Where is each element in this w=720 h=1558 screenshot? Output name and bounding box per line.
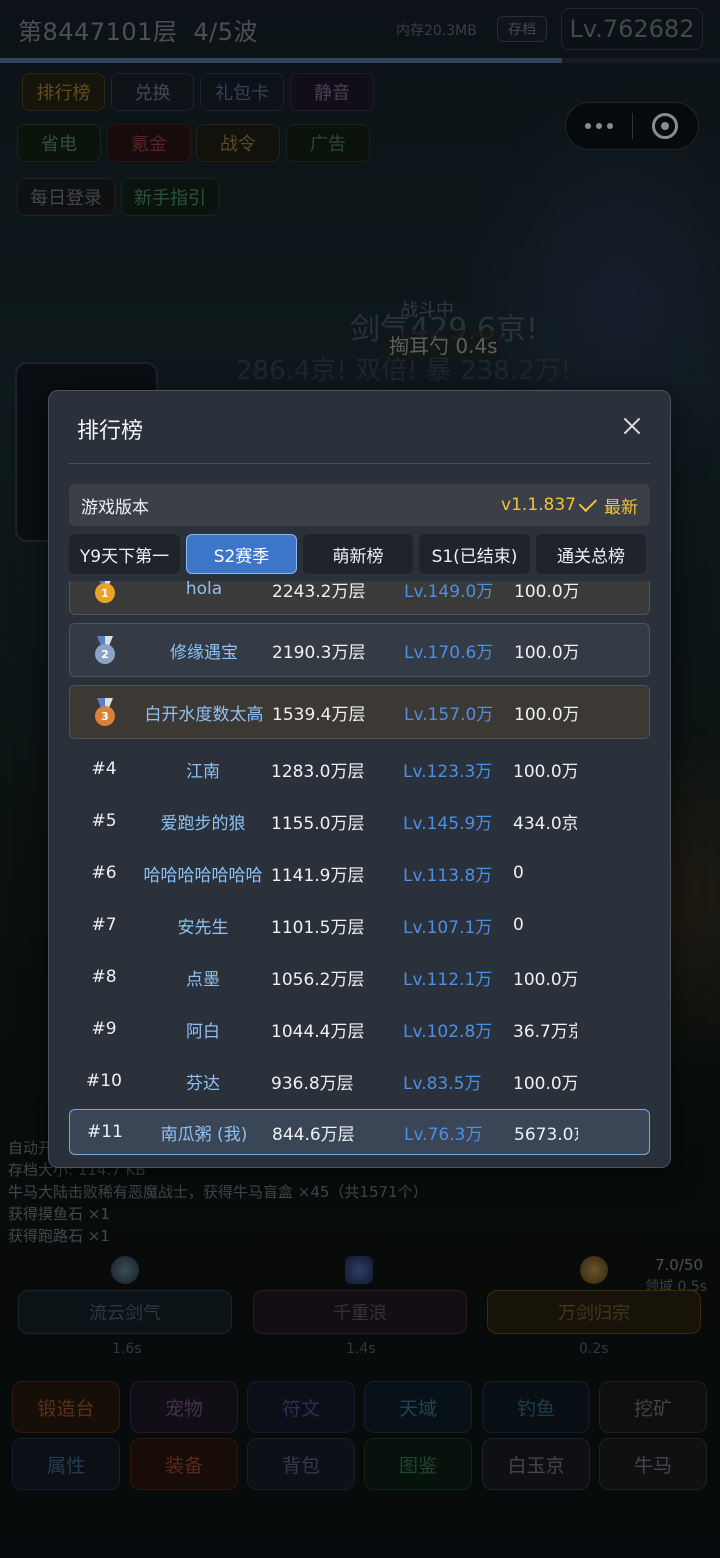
player-value: 100.0万 (513, 969, 577, 990)
version-status: 最新 (604, 497, 638, 518)
rank-cell: #4 (91, 759, 117, 779)
tab-y9[interactable]: Y9天下第一 (69, 534, 180, 574)
my-rank-row[interactable]: #11 南瓜粥 (我) 844.6万层 Lv.76.3万 5673.0京 (69, 1109, 650, 1155)
close-button[interactable] (617, 411, 647, 441)
player-name: 江南 (186, 761, 220, 782)
table-row[interactable]: 2 修缘遇宝 2190.3万层 Lv.170.6万 100.0万 (69, 623, 650, 677)
check-icon (578, 493, 598, 513)
player-name: hola (185, 581, 223, 599)
player-name: 点墨 (186, 969, 220, 990)
version-bar: 游戏版本 v1.1.837 最新 (69, 484, 650, 526)
close-icon (624, 418, 640, 434)
player-value: 36.7万京 (513, 1021, 577, 1042)
player-level: Lv.170.6万 (404, 642, 494, 663)
player-floor: 1283.0万层 (271, 761, 365, 782)
player-value: 100.0万 (513, 761, 577, 782)
table-row[interactable]: #6 哈哈哈哈哈哈哈 1141.9万层 Lv.113.8万 0 (69, 847, 650, 899)
player-floor: 2243.2万层 (272, 581, 366, 602)
leaderboard-list[interactable]: 1 hola 2243.2万层 Lv.149.0万 100.0万 2 修缘遇宝 … (69, 581, 650, 1161)
rank-cell: 2 (70, 636, 140, 664)
version-info: v1.1.837 最新 (501, 493, 638, 518)
player-level: Lv.157.0万 (404, 704, 494, 725)
gold-medal-icon: 1 (94, 581, 116, 603)
rank-cell: 1 (70, 581, 140, 603)
player-floor: 1056.2万层 (271, 969, 365, 990)
tab-clear-total[interactable]: 通关总榜 (536, 534, 646, 574)
player-value: 0 (513, 863, 524, 883)
player-value: 5673.0京 (514, 1124, 578, 1145)
rank-cell: #8 (91, 967, 117, 987)
tab-s2-season[interactable]: S2赛季 (186, 534, 297, 574)
player-name: 安先生 (177, 917, 229, 938)
rank-cell: #10 (86, 1071, 122, 1091)
modal-divider (69, 463, 650, 464)
player-level: Lv.102.8万 (403, 1021, 493, 1042)
player-value: 100.0万 (514, 642, 578, 663)
player-name: 哈哈哈哈哈哈哈 (143, 865, 263, 886)
player-value: 100.0万 (514, 581, 578, 602)
tab-newbie[interactable]: 萌新榜 (303, 534, 413, 574)
version-label: 游戏版本 (81, 497, 149, 518)
player-floor: 936.8万层 (271, 1073, 354, 1094)
player-name: 修缘遇宝 (170, 642, 238, 663)
table-row[interactable]: #4 江南 1283.0万层 Lv.123.3万 100.0万 (69, 743, 650, 795)
player-floor: 1101.5万层 (271, 917, 365, 938)
player-name: 白开水度数太高 (144, 704, 264, 725)
bronze-medal-icon: 3 (94, 698, 116, 726)
leaderboard-tabs: Y9天下第一 S2赛季 萌新榜 S1(已结束) 通关总榜 (69, 534, 650, 574)
player-level: Lv.76.3万 (404, 1124, 483, 1145)
rank-cell: #7 (91, 915, 117, 935)
rank-cell: #11 (87, 1122, 123, 1142)
table-row[interactable]: 1 hola 2243.2万层 Lv.149.0万 100.0万 (69, 581, 650, 615)
silver-medal-icon: 2 (94, 636, 116, 664)
player-level: Lv.112.1万 (403, 969, 493, 990)
table-row[interactable]: #5 爱跑步的狼 1155.0万层 Lv.145.9万 434.0京 (69, 795, 650, 847)
player-floor: 1141.9万层 (271, 865, 365, 886)
table-row[interactable]: #7 安先生 1101.5万层 Lv.107.1万 0 (69, 899, 650, 951)
rank-cell: #5 (91, 811, 117, 831)
player-floor: 2190.3万层 (272, 642, 366, 663)
tab-s1-ended[interactable]: S1(已结束) (419, 534, 530, 574)
rank-cell: #6 (91, 863, 117, 883)
player-level: Lv.149.0万 (404, 581, 494, 602)
player-floor: 1155.0万层 (271, 813, 365, 834)
player-value: 0 (513, 915, 524, 935)
rank-cell: 3 (70, 698, 140, 726)
rank-cell: #9 (91, 1019, 117, 1039)
version-number: v1.1.837 (501, 495, 576, 515)
player-value: 434.0京 (513, 813, 577, 834)
player-floor: 1044.4万层 (271, 1021, 365, 1042)
player-floor: 844.6万层 (272, 1124, 355, 1145)
table-row[interactable]: #8 点墨 1056.2万层 Lv.112.1万 100.0万 (69, 951, 650, 1003)
player-level: Lv.83.5万 (403, 1073, 482, 1094)
player-level: Lv.107.1万 (403, 917, 493, 938)
player-name: 阿白 (186, 1021, 220, 1042)
player-name: 芬达 (186, 1073, 220, 1094)
player-value: 100.0万 (514, 704, 578, 725)
modal-title: 排行榜 (77, 419, 144, 444)
player-value: 100.0万 (513, 1073, 577, 1094)
player-level: Lv.145.9万 (403, 813, 493, 834)
table-row[interactable]: #10 芬达 936.8万层 Lv.83.5万 100.0万 (69, 1055, 650, 1107)
table-row[interactable]: 3 白开水度数太高 1539.4万层 Lv.157.0万 100.0万 (69, 685, 650, 739)
player-level: Lv.113.8万 (403, 865, 493, 886)
player-name: 爱跑步的狼 (160, 813, 246, 834)
player-level: Lv.123.3万 (403, 761, 493, 782)
player-floor: 1539.4万层 (272, 704, 366, 725)
player-name: 南瓜粥 (我) (160, 1124, 248, 1145)
leaderboard-modal: 排行榜 游戏版本 v1.1.837 最新 Y9天下第一 S2赛季 萌新榜 S1(… (48, 390, 671, 1168)
table-row[interactable]: #9 阿白 1044.4万层 Lv.102.8万 36.7万京 (69, 1003, 650, 1055)
